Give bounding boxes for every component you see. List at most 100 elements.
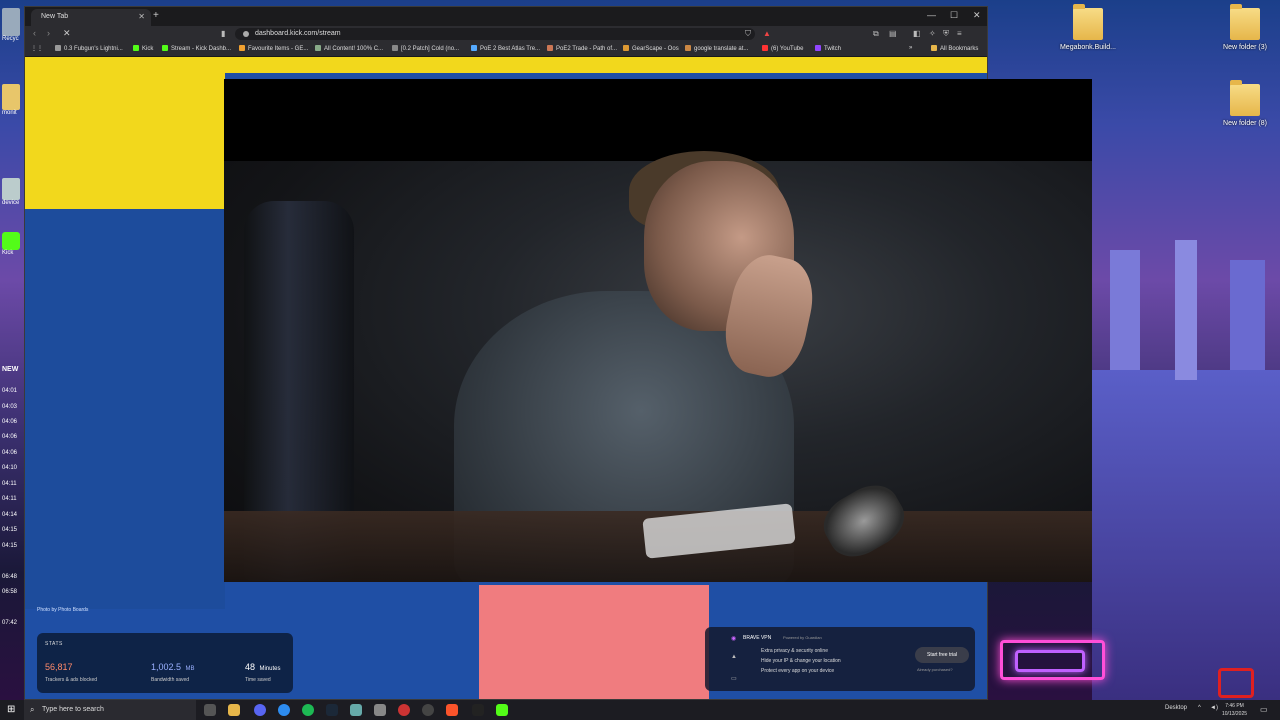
time-label: 06:48 [2,574,18,580]
desktop-icon-recycle[interactable]: Recyc [2,8,24,42]
bookmark-item[interactable]: google translate at... [685,45,748,52]
desktop-toolbar-label[interactable]: Desktop [1165,705,1187,711]
stats-title: STATS [45,641,63,647]
background-paint [25,209,225,609]
taskbar-search[interactable]: ⌕ Type here to search [24,700,196,720]
stop-icon[interactable]: ✕ [63,28,71,39]
time-label: 04:01 [2,388,18,394]
address-bar[interactable]: dashboard.kick.com/stream [235,28,755,40]
bookmark-item[interactable]: [0.2 Patch] Cold (no... [392,45,459,52]
notepad-icon[interactable] [350,704,362,716]
chat-icon: ▭ [731,676,737,682]
sidebar-icon[interactable]: ▤ [889,29,897,38]
recycle-bin-icon [2,8,20,36]
desktop-icon-new-folder-3[interactable]: New folder (3) [1215,4,1275,51]
bookmark-item[interactable]: GearScape - Oos [623,45,679,52]
app-icon[interactable] [278,704,290,716]
left-label-new: NEW [2,366,19,373]
app-icon[interactable] [374,704,386,716]
time-label: 04:03 [2,404,18,410]
clock[interactable]: 7:46 PM 10/13/2025 [1222,702,1247,718]
tab-new-tab[interactable]: New Tab ✕ [31,9,151,26]
notifications-icon[interactable]: ▭ [1260,705,1268,714]
vpn-widget: ◉ BRAVE VPN Powered by Guardian ▲ ▭ Extr… [705,627,975,691]
menu-icon[interactable]: ≡ [957,29,962,38]
steam-icon[interactable] [326,704,338,716]
search-icon: ⌕ [30,705,35,714]
app-icon[interactable] [472,704,484,716]
desktop-icon-monitor[interactable]: monit [2,84,24,116]
new-tab-button[interactable]: + [153,10,159,21]
background-yellow [25,73,225,209]
desktop-icon-new-folder-8[interactable]: New folder (8) [1215,80,1275,127]
building [1230,260,1265,370]
bookmark-item[interactable]: Stream - Kick Dashb... [162,45,231,52]
kick-icon[interactable] [496,704,508,716]
toolbar: ‹ › ✕ ▮ dashboard.kick.com/stream ⛉ ▲ ⧉ … [25,26,987,42]
vpn-icon: ◉ [731,636,737,642]
extensions-icon[interactable]: ⧉ [873,29,879,39]
spotify-icon[interactable] [302,704,314,716]
neon-sign [1015,650,1085,672]
time-label: 04:06 [2,419,18,425]
stat-time: 48 Minutes Time saved [245,662,281,683]
site-info-icon[interactable] [243,31,249,37]
all-bookmarks[interactable]: All Bookmarks [931,45,978,52]
minimize-icon[interactable]: — [927,10,936,20]
desktop-icon-kick[interactable]: Kick [2,232,24,256]
desktop-icon-megabonk[interactable]: Megabonk.Build... [1058,4,1118,51]
time-label: 06:58 [2,589,18,595]
brave-icon[interactable] [446,704,458,716]
webcam-scene [224,151,1092,582]
apps-icon[interactable]: ⋮⋮ [31,45,43,52]
maximize-icon[interactable]: ☐ [950,10,958,21]
time-label: 07:42 [2,620,18,626]
vpn-icon[interactable]: ⛨ [943,29,949,39]
bookmark-item[interactable]: PoE2 Trade - Path of... [547,45,617,52]
time-label: 04:14 [2,512,18,518]
background-pink [479,585,709,699]
close-window-icon[interactable]: ✕ [973,10,981,21]
shields-icon[interactable]: ⛉ [745,29,751,39]
bookmark-item[interactable]: 0.3 Fubgun's Lightni... [55,45,123,52]
photo-credit[interactable]: Photo by Photo Boards [37,607,88,613]
desktop-icon-device[interactable]: device [2,178,24,206]
file-explorer-icon[interactable] [228,704,240,716]
left-desktop-strip: Recyc monit device Kick NEW 04:01 04:03 … [0,0,24,700]
bookmark-icon[interactable]: ▮ [221,29,225,38]
stats-widget: STATS 56,817 Trackers & ads blocked 1,00… [37,633,293,693]
leo-icon[interactable]: ✧ [929,29,936,38]
bookmark-item[interactable]: (6) YouTube [762,45,803,52]
task-view-icon[interactable] [204,704,216,716]
time-label: 04:10 [2,465,18,471]
bookmark-item[interactable]: All Content! 100% C... [315,45,383,52]
bookmarks-bar: ⋮⋮ 0.3 Fubgun's Lightni... Kick Stream -… [25,42,987,57]
time-label: 04:15 [2,543,18,549]
bookmark-item[interactable]: PoE 2 Best Atlas Tre... [471,45,540,52]
wallet-icon[interactable]: ◧ [913,29,921,38]
time-label: 04:11 [2,481,17,487]
obs-icon[interactable] [398,704,410,716]
tray-chevron-icon[interactable]: ^ [1198,705,1201,711]
already-purchased-link[interactable]: Already purchased? [917,667,953,672]
stat-trackers: 56,817 Trackers & ads blocked [45,662,98,683]
folder-icon [1073,4,1103,40]
speaker-icon[interactable]: ◄) [1210,705,1218,711]
stat-bandwidth: 1,002.5 MB Bandwidth saved [151,662,195,683]
bookmark-item[interactable]: Favourite Items - GE... [239,45,308,52]
app-icon[interactable] [422,704,434,716]
forward-icon[interactable]: › [47,28,50,38]
back-icon[interactable]: ‹ [33,28,36,38]
webcam-video[interactable] [224,79,1092,582]
rewards-icon[interactable]: ▲ [763,29,771,38]
discord-icon[interactable] [254,704,266,716]
windows-start-icon[interactable]: ⊞ [7,704,15,715]
bookmark-item[interactable]: Twitch [815,45,841,52]
file-icon [2,84,20,110]
start-free-trial-button[interactable]: Start free trial [915,647,969,663]
tab-bar: New Tab ✕ + — ☐ ✕ [25,7,987,26]
bookmark-item[interactable]: Kick [133,45,153,52]
building [1175,240,1197,380]
more-bookmarks-icon[interactable]: » [909,45,912,51]
close-tab-icon[interactable]: ✕ [138,12,145,21]
